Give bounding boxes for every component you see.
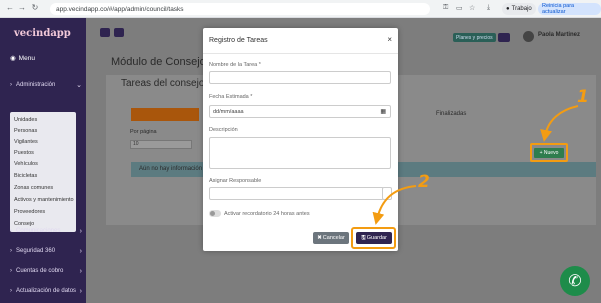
url-text: app.vecindapp.co/#/app/admin/council/tas…: [56, 5, 184, 13]
save-label: Guardar: [366, 235, 387, 241]
save-button[interactable]: 🖫 Guardar: [356, 232, 392, 244]
submenu-item[interactable]: Vigilantes: [14, 139, 38, 145]
chevron-right-icon: ›: [10, 228, 12, 234]
chevron-right-icon: ›: [79, 287, 82, 295]
submenu-item[interactable]: Unidades: [14, 117, 37, 123]
reminder-toggle-label: Activar recordatorio 24 horas antes: [224, 211, 310, 217]
info-text: Aún no hay información: [139, 166, 203, 172]
chevron-right-icon: ›: [10, 248, 12, 254]
settings-icon[interactable]: [114, 28, 124, 37]
tab-active[interactable]: [131, 108, 199, 121]
sidebar-item-label: Comunicaciones: [16, 228, 61, 234]
per-page-label: Por página: [130, 129, 157, 135]
menu-label: Menu: [18, 54, 35, 62]
logo-text: vecindapp: [14, 28, 71, 39]
user-name[interactable]: Paola Martinez: [538, 32, 580, 38]
date-input[interactable]: dd/mm/aaaa ▦: [209, 105, 391, 118]
annotation-step-1: 1: [577, 87, 589, 107]
submenu-item[interactable]: Personas: [14, 128, 37, 134]
description-label: Descripción: [209, 127, 238, 133]
sidebar-item-label: Cuentas de cobro: [16, 268, 64, 274]
calendar-icon[interactable]: ▦: [380, 108, 386, 115]
submenu-item[interactable]: Zonas comunes: [14, 185, 53, 191]
annotation-step-2: 2: [418, 172, 430, 192]
description-textarea[interactable]: [209, 137, 391, 169]
tab-finalizadas[interactable]: Finalizadas: [436, 111, 466, 117]
app-logo[interactable]: vecindapp: [14, 28, 71, 39]
date-label: Fecha Estimada *: [209, 94, 253, 100]
date-placeholder: dd/mm/aaaa: [213, 109, 244, 115]
new-button-label: + Nuevo: [539, 150, 559, 156]
sidebar-item-label: Seguridad 360: [16, 248, 56, 254]
update-button[interactable]: Reinicia para actualizar: [538, 3, 601, 15]
new-task-button[interactable]: + Nuevo: [534, 148, 564, 158]
sidebar-item-seguridad[interactable]: › Seguridad 360 ›: [10, 247, 86, 255]
task-registration-modal: Registro de Tareas × Nombre de la Tarea …: [203, 28, 398, 251]
per-page-value: 10: [133, 141, 139, 147]
admin-submenu: Unidades Personas Vigilantes Puestos Veh…: [10, 112, 76, 232]
chevron-down-icon: ⌄: [76, 82, 82, 89]
sidebar-item-comunicaciones[interactable]: › Comunicaciones ›: [10, 227, 86, 235]
key-icon[interactable]: ⚿: [443, 4, 448, 12]
plans-button[interactable]: Planes y precios: [453, 33, 496, 42]
grid-icon[interactable]: [100, 28, 110, 37]
sidebar-item-actualizacion[interactable]: › Actualización de datos ›: [10, 287, 86, 295]
chevron-right-icon: ›: [10, 288, 12, 294]
save-icon: 🖫: [361, 234, 366, 241]
submenu-item[interactable]: Activos y mantenimiento: [14, 197, 74, 203]
cancel-label: Cancelar: [322, 235, 345, 241]
profile-label: Trabajo: [511, 6, 532, 12]
submenu-item[interactable]: Bicicletas: [14, 173, 37, 179]
chevron-right-icon: ›: [10, 268, 12, 274]
per-page-select[interactable]: 10: [130, 140, 192, 149]
card-title: Tareas del consejo: [121, 78, 205, 89]
sidebar-item-cuentas[interactable]: › Cuentas de cobro ›: [10, 267, 86, 275]
star-icon[interactable]: ☆: [469, 4, 475, 12]
close-icon[interactable]: ×: [387, 35, 392, 44]
submenu-item[interactable]: Vehículos: [14, 161, 38, 167]
modal-title: Registro de Tareas: [209, 37, 268, 44]
cast-icon[interactable]: ▭: [456, 4, 463, 12]
task-name-label: Nombre de la Tarea *: [209, 62, 261, 68]
download-icon[interactable]: ⤓: [487, 4, 490, 12]
update-label: Reinicia para actualizar: [542, 3, 575, 15]
submenu-item[interactable]: Consejo: [14, 221, 34, 227]
submenu-item[interactable]: Puestos: [14, 150, 34, 156]
chevron-right-icon: ›: [79, 247, 82, 255]
profile-avatar-icon: ●: [506, 6, 510, 12]
responsible-select[interactable]: [209, 187, 384, 200]
avatar[interactable]: [523, 31, 534, 42]
browser-toolbar: ← → ↻ app.vecindapp.co/#/app/admin/counc…: [0, 0, 601, 18]
responsible-label: Asignar Responsable: [209, 178, 262, 184]
task-name-input[interactable]: [209, 71, 391, 84]
cancel-button[interactable]: ✖ Cancelar: [313, 232, 349, 244]
notifications-icon[interactable]: [498, 33, 510, 42]
reminder-toggle[interactable]: [209, 210, 221, 217]
modal-divider: [203, 53, 398, 54]
menu-toggle[interactable]: ◉ Menu: [10, 54, 35, 63]
submenu-item[interactable]: Proveedores: [14, 209, 45, 215]
back-arrow-icon[interactable]: ←: [4, 3, 16, 12]
chevron-right-icon: ›: [10, 82, 12, 88]
plans-label: Planes y precios: [456, 34, 493, 41]
chevron-right-icon: ›: [79, 267, 82, 275]
whatsapp-phone-icon[interactable]: ✆: [560, 266, 590, 296]
reload-icon[interactable]: ↻: [29, 3, 41, 12]
sidebar-item-label: Actualización de datos: [16, 288, 77, 294]
forward-arrow-icon[interactable]: →: [16, 3, 28, 12]
chevron-right-icon: ›: [79, 227, 82, 235]
profile-chip[interactable]: ● Trabajo: [502, 3, 536, 15]
menu-icon: ◉: [10, 55, 16, 62]
sidebar-item-label: Administración: [16, 82, 56, 88]
sidebar: vecindapp ◉ Menu › Administración ⌄ Unid…: [0, 18, 86, 303]
responsible-dropdown-toggle[interactable]: [382, 187, 392, 200]
sidebar-item-administracion[interactable]: › Administración ⌄: [10, 82, 86, 89]
cancel-icon: ✖: [317, 235, 322, 241]
address-bar[interactable]: app.vecindapp.co/#/app/admin/council/tas…: [50, 3, 430, 15]
page-title: Módulo de Consejo: [111, 56, 206, 68]
